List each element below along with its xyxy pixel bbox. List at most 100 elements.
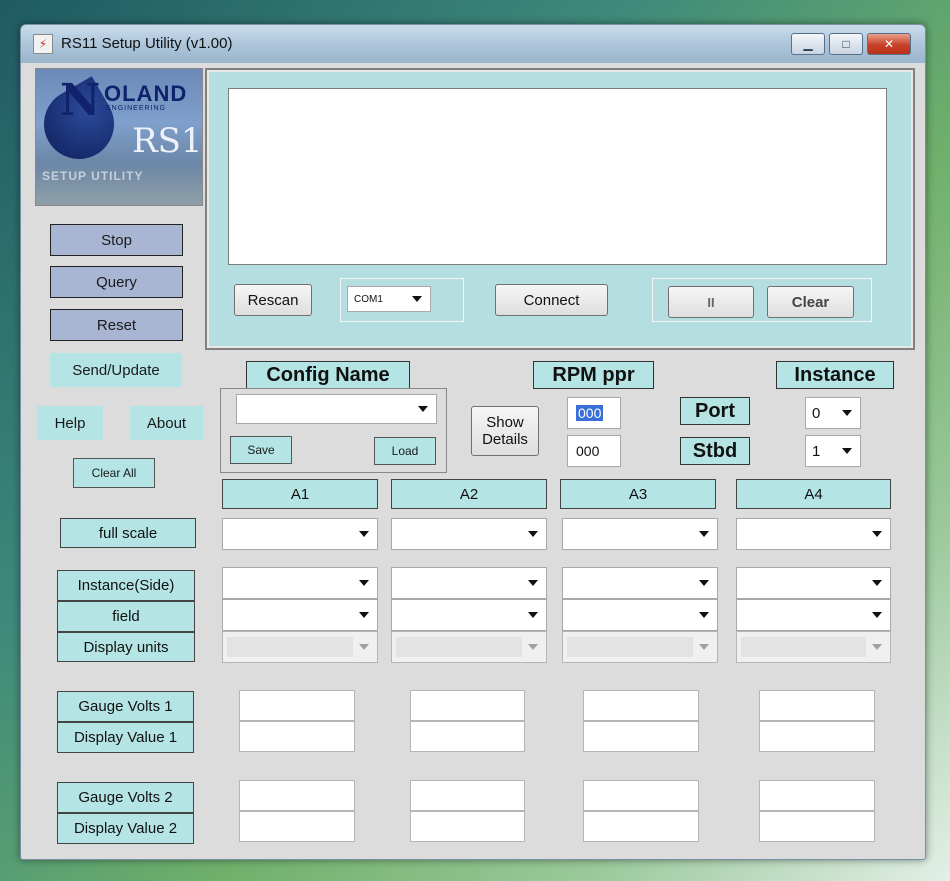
chevron-down-icon — [528, 612, 538, 618]
full-scale-select-a1[interactable] — [222, 518, 378, 550]
minimize-button[interactable]: ▁ — [791, 33, 825, 55]
display-units-select-a4[interactable] — [736, 631, 891, 663]
instance-stbd-value: 1 — [812, 442, 821, 460]
full-scale-select-a4[interactable] — [736, 518, 891, 550]
about-button[interactable]: About — [130, 406, 203, 440]
row-label-gauge-volts-2: Gauge Volts 2 — [57, 782, 194, 813]
instance-stbd-select[interactable]: 1 — [805, 435, 861, 467]
chevron-down-icon — [359, 580, 369, 586]
chevron-down-icon — [359, 612, 369, 618]
row-label-field: field — [57, 601, 195, 632]
com-port-value: COM1 — [354, 293, 383, 305]
gauge-volts-2-input-a3[interactable] — [583, 780, 699, 811]
noland-logo: N OLAND ENGINEERING RS11 SETUP UTILITY — [35, 68, 203, 206]
display-value-1-input-a2[interactable] — [410, 721, 525, 752]
column-header-a2: A2 — [391, 479, 547, 509]
clear-all-button[interactable]: Clear All — [73, 458, 155, 488]
instance-side-select-a4[interactable] — [736, 567, 891, 599]
chevron-down-icon — [699, 612, 709, 618]
field-select-a2[interactable] — [391, 599, 547, 631]
field-select-a3[interactable] — [562, 599, 718, 631]
gauge-volts-2-input-a1[interactable] — [239, 780, 355, 811]
help-button[interactable]: Help — [37, 406, 103, 440]
stop-button[interactable]: Stop — [50, 224, 183, 256]
row-label-gauge-volts-1: Gauge Volts 1 — [57, 691, 194, 722]
chevron-down-icon — [872, 580, 882, 586]
gauge-volts-1-input-a4[interactable] — [759, 690, 875, 721]
title-bar[interactable]: ⚡ RS11 Setup Utility (v1.00) ▁ □ ✕ — [21, 25, 925, 63]
maximize-button[interactable]: □ — [829, 33, 863, 55]
log-output[interactable] — [228, 88, 887, 265]
chevron-down-icon — [528, 580, 538, 586]
rpm-ppr-header: RPM ppr — [533, 361, 654, 389]
show-details-line2: Details — [482, 431, 528, 448]
rpm-port-input[interactable]: 000 — [567, 397, 621, 429]
display-value-2-input-a3[interactable] — [583, 811, 699, 842]
load-config-button[interactable]: Load — [374, 437, 436, 465]
display-value-2-input-a1[interactable] — [239, 811, 355, 842]
gauge-volts-1-input-a2[interactable] — [410, 690, 525, 721]
display-units-select-a3[interactable] — [562, 631, 718, 663]
save-config-button[interactable]: Save — [230, 436, 292, 464]
display-value-2-input-a2[interactable] — [410, 811, 525, 842]
close-button[interactable]: ✕ — [867, 33, 911, 55]
display-units-select-a2[interactable] — [391, 631, 547, 663]
gauge-volts-1-input-a1[interactable] — [239, 690, 355, 721]
instance-side-select-a3[interactable] — [562, 567, 718, 599]
instance-side-select-a1[interactable] — [222, 567, 378, 599]
chevron-down-icon — [872, 612, 882, 618]
chevron-down-icon — [359, 644, 369, 650]
logo-rs11: RS11 — [132, 121, 203, 161]
full-scale-select-a3[interactable] — [562, 518, 718, 550]
pause-button[interactable]: II — [668, 286, 754, 318]
maximize-icon: □ — [842, 37, 850, 51]
display-value-1-input-a4[interactable] — [759, 721, 875, 752]
logo-oland: OLAND — [104, 81, 188, 106]
rpm-stbd-input[interactable]: 000 — [567, 435, 621, 467]
instance-port-select[interactable]: 0 — [805, 397, 861, 429]
stbd-label: Stbd — [680, 437, 750, 465]
gauge-volts-1-input-a3[interactable] — [583, 690, 699, 721]
chevron-down-icon — [842, 448, 852, 454]
row-label-display-value-1: Display Value 1 — [57, 722, 194, 753]
full-scale-select-a2[interactable] — [391, 518, 547, 550]
field-select-a1[interactable] — [222, 599, 378, 631]
config-name-select[interactable] — [236, 394, 437, 424]
field-select-a4[interactable] — [736, 599, 891, 631]
query-button[interactable]: Query — [50, 266, 183, 298]
app-icon: ⚡ — [33, 34, 53, 54]
connect-button[interactable]: Connect — [495, 284, 608, 316]
show-details-button[interactable]: Show Details — [471, 406, 539, 456]
column-header-a3: A3 — [560, 479, 716, 509]
chevron-down-icon — [528, 644, 538, 650]
chevron-down-icon — [418, 406, 428, 412]
display-value-1-input-a1[interactable] — [239, 721, 355, 752]
chevron-down-icon — [699, 531, 709, 537]
chevron-down-icon — [528, 531, 538, 537]
display-units-select-a1[interactable] — [222, 631, 378, 663]
gauge-volts-2-input-a2[interactable] — [410, 780, 525, 811]
instance-port-value: 0 — [812, 404, 821, 422]
rpm-port-value: 000 — [576, 405, 604, 421]
com-port-select[interactable]: COM1 — [347, 286, 431, 312]
minimize-icon: ▁ — [803, 37, 813, 51]
logo-n: N — [60, 75, 101, 126]
rescan-button[interactable]: Rescan — [234, 284, 312, 316]
close-icon: ✕ — [883, 37, 895, 51]
send-update-button[interactable]: Send/Update — [50, 353, 182, 387]
clear-button[interactable]: Clear — [767, 286, 854, 318]
reset-button[interactable]: Reset — [50, 309, 183, 341]
instance-header: Instance — [776, 361, 894, 389]
gauge-volts-2-input-a4[interactable] — [759, 780, 875, 811]
row-label-display-value-2: Display Value 2 — [57, 813, 194, 844]
rpm-stbd-value: 000 — [576, 443, 600, 459]
display-value-2-input-a4[interactable] — [759, 811, 875, 842]
config-name-header: Config Name — [246, 361, 410, 389]
row-label-display-units: Display units — [57, 632, 195, 662]
chevron-down-icon — [872, 531, 882, 537]
display-value-1-input-a3[interactable] — [583, 721, 699, 752]
instance-side-select-a2[interactable] — [391, 567, 547, 599]
column-header-a1: A1 — [222, 479, 378, 509]
port-label: Port — [680, 397, 750, 425]
chevron-down-icon — [359, 531, 369, 537]
